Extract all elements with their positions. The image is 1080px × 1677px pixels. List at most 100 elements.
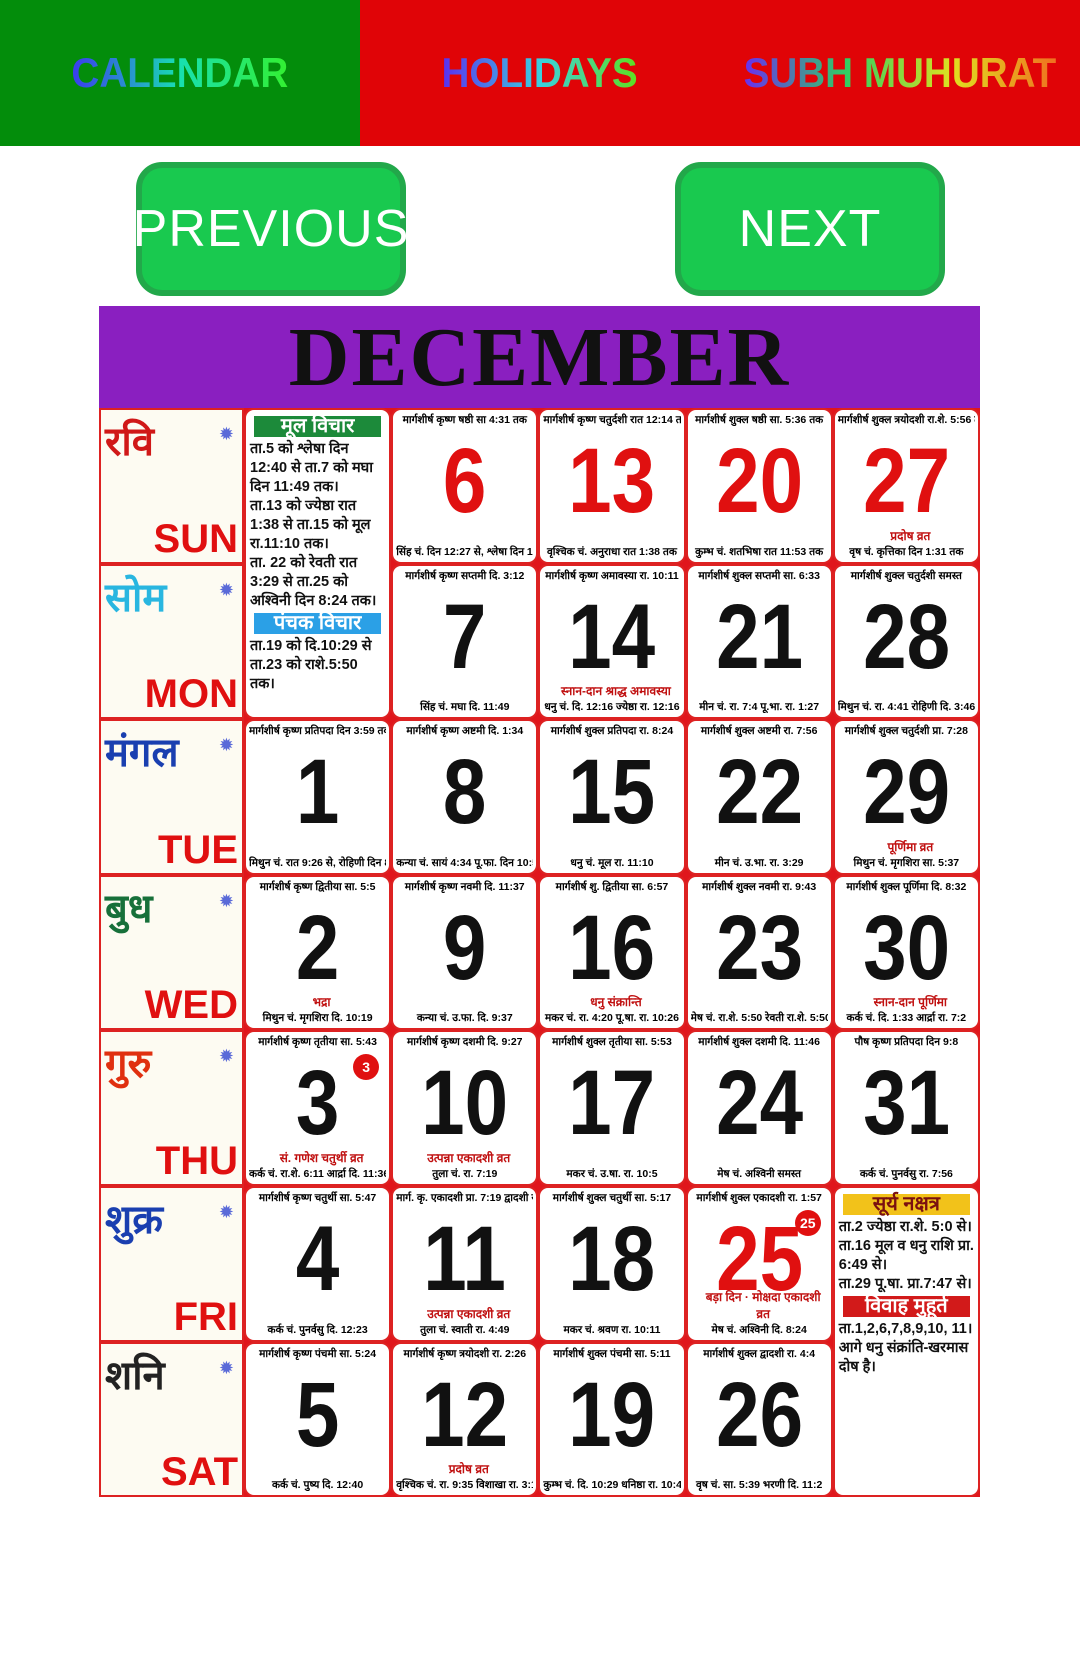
day-hindi: शनि: [105, 1353, 165, 1398]
nakshatra-text: मकर चं. उ.षा. रा. 10:5: [566, 1167, 658, 1180]
tithi-text: मार्गशीर्ष शु. द्वितीया सा. 6:57: [555, 880, 669, 893]
date-cell-21[interactable]: मार्गशीर्ष शुक्ल सप्तमी सा. 6:33 21 मीन चं…: [685, 563, 833, 720]
tab-subh-muhurat[interactable]: SUBH MUHURAT: [720, 0, 1080, 146]
date-number: 18: [568, 1207, 656, 1310]
date-cell-11[interactable]: मार्ग. कृ. एकादशी प्रा. 7:19 द्वादशी रा.…: [391, 1185, 539, 1342]
day-hindi: शुक्र: [105, 1197, 163, 1242]
notes-notes_left: मूल विचार ता.5 को श्लेषा दिन 12:40 से ता.…: [244, 408, 392, 720]
notes-notes_right: सूर्य नक्षत्र ता.2 ज्येष्ठा रा.शे. 5:0 से…: [832, 1185, 980, 1498]
date-number: 22: [715, 741, 803, 844]
date-cell-18[interactable]: मार्गशीर्ष शुक्ल चतुर्थी सा. 5:17 18 मकर च…: [538, 1185, 686, 1342]
tithi-text: मार्गशीर्ष शुक्ल षष्ठी सा. 5:36 तक: [695, 414, 824, 426]
date-cell-20[interactable]: मार्गशीर्ष शुक्ल षष्ठी सा. 5:36 तक 20 कुम्…: [685, 408, 833, 564]
date-cell-8[interactable]: मार्गशीर्ष कृष्ण अष्टमी दि. 1:34 8 कन्या च…: [391, 719, 539, 875]
date-cell-15[interactable]: मार्गशीर्ष शुक्ल प्रतिपदा रा. 8:24 15 धनु …: [538, 719, 686, 875]
day-english: TUE: [158, 827, 238, 872]
date-number: 24: [715, 1052, 803, 1155]
month-title: DECEMBER: [99, 306, 980, 408]
date-cell-27[interactable]: मार्गशीर्ष शुक्ल त्रयोदशी रा.शे. 5:56 तक…: [832, 408, 980, 564]
tab-calendar[interactable]: CALENDAR: [0, 0, 360, 146]
day-label-mon: सोम ✹ MON: [99, 563, 244, 720]
festival-note: उत्पन्ना एकादशी व्रत: [427, 1150, 511, 1165]
date-cell-22[interactable]: मार्गशीर्ष शुक्ल अष्टमी रा. 7:56 22 मीन चं…: [685, 719, 833, 875]
date-cell-12[interactable]: मार्गशीर्ष कृष्ण त्रयोदशी रा. 2:26 12 प्रद…: [391, 1341, 539, 1498]
tithi-text: मार्गशीर्ष कृष्ण अष्टमी दि. 1:34: [406, 725, 524, 738]
tithi-text: मार्गशीर्ष शुक्ल द्वादशी रा. 4:4: [703, 1347, 816, 1360]
nakshatra-text: मकर चं. श्रवण रा. 10:11: [563, 1323, 661, 1336]
date-cell-7[interactable]: मार्गशीर्ष कृष्ण सप्तमी दि. 3:12 7 सिंह चं…: [391, 563, 539, 720]
date-cell-26[interactable]: मार्गशीर्ष शुक्ल द्वादशी रा. 4:4 26 वृष चं…: [685, 1341, 833, 1498]
nakshatra-text: वृश्चिक चं. अनुराधा रात 1:38 तक: [546, 545, 677, 558]
tithi-text: मार्गशीर्ष कृष्ण चतुर्दशी रात 12:14 तक: [543, 414, 681, 426]
tab-holidays-label: HOLIDAYS: [441, 49, 639, 96]
nakshatra-text: सिंह चं. मघा दि. 11:49: [420, 701, 510, 714]
nakshatra-text: कन्या चं. उ.फा. दि. 9:37: [416, 1012, 513, 1025]
date-cell-1[interactable]: मार्गशीर्ष कृष्ण प्रतिपदा दिन 3:59 तक 1 मि…: [244, 719, 392, 875]
festival-note: बड़ा दिन · मोक्षदा एकादशी व्रत: [705, 1289, 821, 1321]
day-label-sun: रवि ✹ SUN: [99, 408, 244, 564]
date-number: 20: [715, 430, 803, 532]
date-number: 21: [715, 585, 803, 688]
tithi-text: मार्गशीर्ष शुक्ल अष्टमी रा. 7:56: [700, 725, 818, 738]
notes-heading: मूल विचार: [254, 416, 382, 437]
date-cell-6[interactable]: मार्गशीर्ष कृष्ण षष्ठी सा 4:31 तक 6 सिंह च…: [391, 408, 539, 564]
date-cell-30[interactable]: मार्गशीर्ष शुक्ल पूर्णिमा दि. 8:32 30 स्ना…: [832, 874, 980, 1031]
date-cell-14[interactable]: मार्गशीर्ष कृष्ण अमावस्या रा. 10:11 14 स्न…: [538, 563, 686, 720]
day-hindi: गुरु: [105, 1042, 152, 1087]
date-cell-5[interactable]: मार्गशीर्ष कृष्ण पंचमी सा. 5:24 5 कर्क चं.…: [244, 1341, 392, 1498]
day-english: SAT: [160, 1450, 238, 1495]
notes-heading: विवाह मुहूर्त: [842, 1295, 970, 1317]
nakshatra-text: तुला चं. स्वाती रा. 4:49: [420, 1323, 510, 1336]
sun-icon: ✹: [218, 1357, 234, 1378]
festival-note: सं. गणेश चतुर्थी व्रत: [279, 1150, 364, 1165]
sun-icon: ✹: [218, 1046, 234, 1067]
tithi-text: मार्गशीर्ष कृष्ण द्वितीया सा. 5:5: [259, 880, 376, 893]
date-cell-31[interactable]: पौष कृष्ण प्रतिपदा दिन 9:8 31 कर्क चं. पुन…: [832, 1030, 980, 1186]
date-cell-24[interactable]: मार्गशीर्ष शुक्ल दशमी दि. 11:46 24 मेष चं.…: [685, 1030, 833, 1186]
festival-note: प्रदोष व्रत: [890, 528, 931, 543]
tithi-text: मार्गशीर्ष कृष्ण नवमी दि. 11:37: [404, 880, 525, 893]
day-hindi: मंगल: [105, 731, 179, 776]
tithi-text: मार्गशीर्ष शुक्ल नवमी रा. 9:43: [702, 880, 817, 893]
date-cell-3[interactable]: मार्गशीर्ष कृष्ण तृतीया सा. 5:43 3 3 सं. गण…: [244, 1030, 392, 1186]
date-cell-4[interactable]: मार्गशीर्ष कृष्ण चतुर्थी सा. 5:47 4 कर्क च…: [244, 1185, 392, 1342]
date-cell-25[interactable]: मार्गशीर्ष शुक्ल एकादशी रा. 1:57 25 25 बड़ा…: [685, 1185, 833, 1342]
next-button[interactable]: NEXT: [675, 162, 945, 296]
tithi-text: मार्गशीर्ष शुक्ल चतुर्दशी समस्त: [850, 569, 962, 582]
date-cell-10[interactable]: मार्गशीर्ष कृष्ण दशमी दि. 9:27 10 उत्पन्ना…: [391, 1030, 539, 1186]
date-badge: 25: [794, 1209, 821, 1236]
date-number: 13: [568, 430, 656, 532]
tab-holidays[interactable]: HOLIDAYS: [360, 0, 720, 146]
date-cell-28[interactable]: मार्गशीर्ष शुक्ल चतुर्दशी समस्त 28 मिथुन च…: [832, 563, 980, 720]
sun-icon: ✹: [218, 579, 234, 600]
festival-note: पूर्णिमा व्रत: [887, 839, 934, 854]
nakshatra-text: वृष चं. कृत्तिका दिन 1:31 तक: [849, 545, 964, 558]
date-number: 11: [423, 1207, 507, 1310]
nakshatra-text: धनु चं. मूल रा. 11:10: [570, 856, 654, 869]
date-cell-29[interactable]: मार्गशीर्ष शुक्ल चतुर्दशी प्रा. 7:28 29 पू…: [832, 719, 980, 875]
date-number: 14: [568, 585, 656, 688]
date-cell-19[interactable]: मार्गशीर्ष शुक्ल पंचमी सा. 5:11 19 कुम्भ च…: [538, 1341, 686, 1498]
notes-line: ता.13 को ज्येष्ठा रात 1:38 से ता.15 को म…: [250, 498, 371, 552]
date-cell-16[interactable]: मार्गशीर्ष शु. द्वितीया सा. 6:57 16 धनु सं…: [538, 874, 686, 1031]
date-cell-2[interactable]: मार्गशीर्ष कृष्ण द्वितीया सा. 5:5 2 भद्रा म…: [244, 874, 392, 1031]
previous-button[interactable]: PREVIOUS: [133, 162, 408, 296]
date-number: 15: [568, 741, 656, 844]
date-number: 8: [443, 741, 487, 844]
nakshatra-text: मेष चं. अश्विनी समस्त: [717, 1167, 802, 1180]
nakshatra-text: वृष चं. सा. 5:39 भरणी दि. 11:2: [695, 1479, 823, 1492]
day-hindi: सोम: [105, 575, 167, 620]
date-number: 19: [568, 1363, 656, 1466]
date-cell-9[interactable]: मार्गशीर्ष कृष्ण नवमी दि. 11:37 9 कन्या चं…: [391, 874, 539, 1031]
tithi-text: मार्गशीर्ष शुक्ल चतुर्दशी प्रा. 7:28: [844, 725, 968, 738]
day-english: SUN: [153, 516, 238, 561]
day-label-fri: शुक्र ✹ FRI: [99, 1185, 244, 1342]
tithi-text: मार्गशीर्ष कृष्ण तृतीया सा. 5:43: [258, 1036, 377, 1049]
nakshatra-text: मेष चं. अश्विनी दि. 8:24: [711, 1323, 807, 1336]
nakshatra-text: मिथुन चं. रात 9:26 से, रोहिणी दिन 8:35 त…: [249, 856, 386, 869]
date-number: 23: [715, 896, 803, 999]
date-cell-13[interactable]: मार्गशीर्ष कृष्ण चतुर्दशी रात 12:14 तक 13…: [538, 408, 686, 564]
tab-calendar-label: CALENDAR: [71, 49, 289, 96]
date-cell-17[interactable]: मार्गशीर्ष शुक्ल तृतीया सा. 5:53 17 मकर चं…: [538, 1030, 686, 1186]
date-cell-23[interactable]: मार्गशीर्ष शुक्ल नवमी रा. 9:43 23 मेष चं. …: [685, 874, 833, 1031]
